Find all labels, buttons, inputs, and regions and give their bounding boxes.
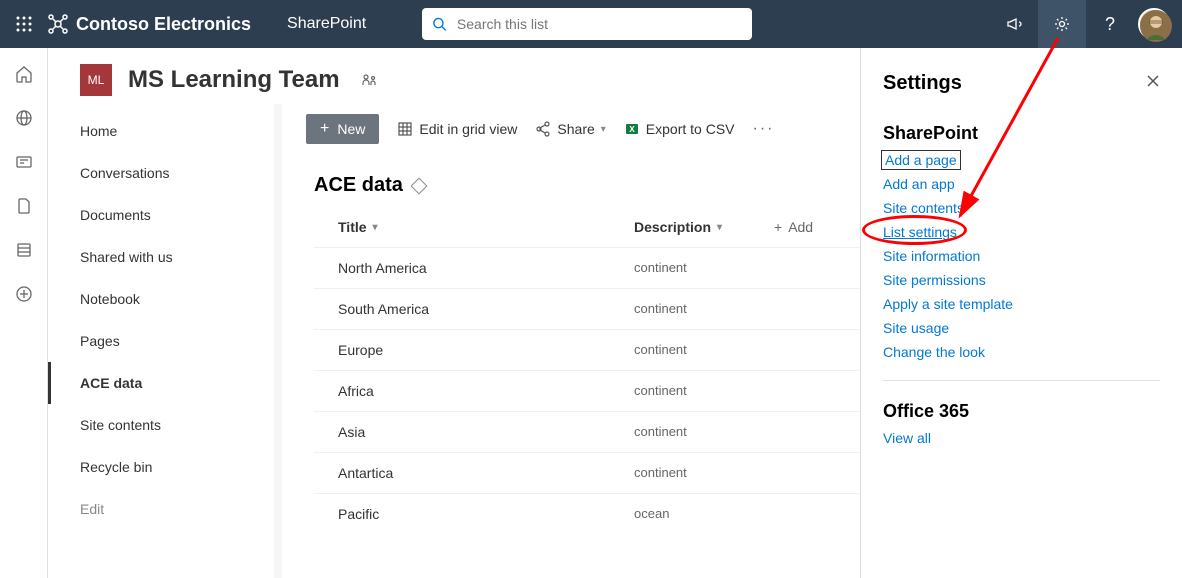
nav-item-documents[interactable]: Documents [48,194,274,236]
settings-button[interactable] [1038,0,1086,48]
megaphone-button[interactable] [990,0,1038,48]
help-button[interactable]: ? [1086,0,1134,48]
globe-icon[interactable] [14,108,34,128]
news-icon[interactable] [14,152,34,172]
search-icon [432,16,447,32]
share-icon [535,121,551,137]
svg-text:X: X [629,125,635,134]
files-icon[interactable] [14,196,34,216]
cell-title: Europe [338,342,634,358]
question-icon: ? [1105,14,1115,35]
divider [883,380,1160,381]
plus-icon: + [320,120,329,138]
app-name[interactable]: SharePoint [287,15,366,33]
add-column[interactable]: + Add [774,219,813,235]
favorite-icon[interactable] [410,177,427,194]
nav-item-conversations[interactable]: Conversations [48,152,274,194]
share-button[interactable]: Share ▾ [535,121,605,137]
cell-title: Antartica [338,465,634,481]
nav-edit[interactable]: Edit [48,488,274,530]
chevron-down-icon: ▾ [601,124,606,135]
brand-icon [48,14,68,34]
settings-panel: Settings SharePoint Add a page Add an app… [860,48,1182,578]
gear-icon [1053,15,1071,33]
chevron-down-icon: ▾ [717,222,722,233]
cell-title: Pacific [338,506,634,522]
cell-description: continent [634,342,814,358]
cell-description: ocean [634,506,814,522]
close-icon [1146,74,1160,88]
edit-grid-label: Edit in grid view [419,121,517,137]
settings-link-change-the-look[interactable]: Change the look [883,344,1160,360]
brand-name: Contoso Electronics [76,14,251,35]
cell-description: continent [634,301,814,317]
view-all-link[interactable]: View all [883,430,1160,446]
user-avatar[interactable] [1138,8,1170,40]
cell-title: Africa [338,383,634,399]
search-box[interactable] [422,8,752,40]
settings-link-site-contents[interactable]: Site contents [883,200,1160,216]
export-label: Export to CSV [646,121,735,137]
add-circle-icon[interactable] [14,284,34,304]
edit-grid-button[interactable]: Edit in grid view [397,121,517,137]
share-label: Share [557,121,594,137]
nav-item-ace-data[interactable]: ACE data [48,362,274,404]
nav-item-shared-with-us[interactable]: Shared with us [48,236,274,278]
settings-link-add-a-page[interactable]: Add a page [883,152,959,168]
settings-link-apply-a-site-template[interactable]: Apply a site template [883,296,1160,312]
office365-section-title: Office 365 [883,401,1160,422]
nav-item-home[interactable]: Home [48,110,274,152]
site-logo[interactable]: ML [80,64,112,96]
settings-link-site-information[interactable]: Site information [883,248,1160,264]
settings-link-site-permissions[interactable]: Site permissions [883,272,1160,288]
nav-item-notebook[interactable]: Notebook [48,278,274,320]
nav-item-recycle-bin[interactable]: Recycle bin [48,446,274,488]
grid-icon [397,121,413,137]
cell-description: continent [634,260,814,276]
site-title[interactable]: MS Learning Team [128,66,340,94]
megaphone-icon [1005,15,1023,33]
list-title: ACE data [314,174,403,197]
plus-icon: + [774,219,782,235]
nav-item-site-contents[interactable]: Site contents [48,404,274,446]
nav-item-pages[interactable]: Pages [48,320,274,362]
chevron-down-icon: ▾ [373,222,378,233]
settings-link-site-usage[interactable]: Site usage [883,320,1160,336]
search-input[interactable] [457,16,742,32]
export-button[interactable]: X Export to CSV [624,121,735,137]
teams-icon[interactable] [360,71,378,89]
list-icon[interactable] [14,240,34,260]
close-button[interactable] [1146,74,1160,93]
cell-title: North America [338,260,634,276]
cell-description: continent [634,424,814,440]
left-rail [0,48,48,578]
column-description[interactable]: Description ▾ [634,219,774,235]
new-label: New [337,121,365,137]
cell-description: continent [634,465,814,481]
settings-link-add-an-app[interactable]: Add an app [883,176,1160,192]
panel-title: Settings [883,72,962,95]
cell-title: Asia [338,424,634,440]
app-launcher[interactable] [0,0,48,48]
more-actions[interactable]: ··· [753,120,775,138]
site-navigation: HomeConversationsDocumentsShared with us… [48,104,274,578]
column-title[interactable]: Title ▾ [338,219,634,235]
cell-title: South America [338,301,634,317]
brand-logo-area[interactable]: Contoso Electronics [48,14,251,35]
excel-icon: X [624,121,640,137]
sharepoint-section-title: SharePoint [883,123,1160,144]
settings-link-list-settings[interactable]: List settings [883,224,957,240]
home-icon[interactable] [14,64,34,84]
new-button[interactable]: + New [306,114,379,144]
cell-description: continent [634,383,814,399]
